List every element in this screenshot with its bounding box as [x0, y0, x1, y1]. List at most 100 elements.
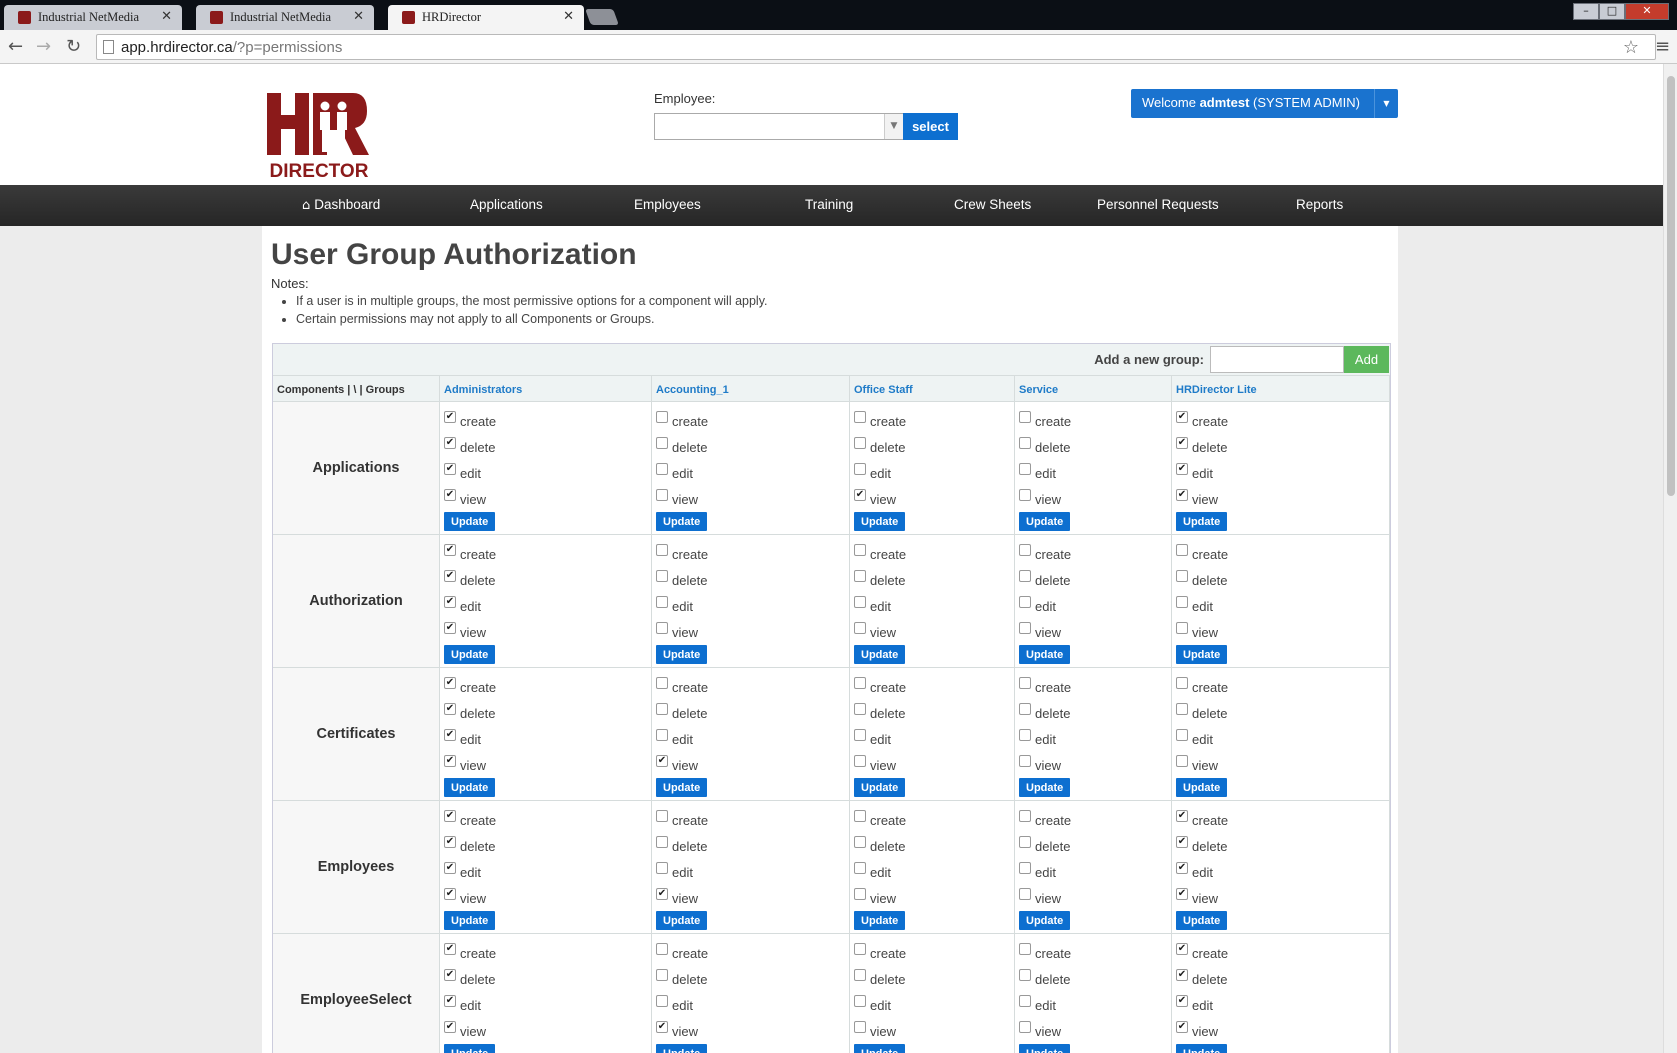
checkbox[interactable]: ✔: [444, 544, 456, 556]
forward-arrow-icon[interactable]: →: [36, 36, 51, 57]
checkbox[interactable]: ✔: [656, 755, 668, 767]
update-button[interactable]: Update: [854, 911, 906, 930]
reload-icon[interactable]: ↻: [66, 36, 81, 57]
group-header-administrators[interactable]: Administrators: [440, 376, 652, 401]
checkbox[interactable]: ✔: [444, 810, 456, 822]
nav-applications[interactable]: Applications: [470, 197, 543, 212]
checkbox[interactable]: [1019, 810, 1031, 822]
update-button[interactable]: Update: [1176, 778, 1228, 797]
checkbox[interactable]: [854, 969, 866, 981]
checkbox[interactable]: [854, 1021, 866, 1033]
checkbox[interactable]: [854, 943, 866, 955]
checkbox[interactable]: [656, 570, 668, 582]
browser-tab-1[interactable]: Industrial NetMedia ✕: [4, 5, 182, 30]
browser-tab-2[interactable]: Industrial NetMedia ✕: [196, 5, 374, 30]
checkbox[interactable]: [1019, 703, 1031, 715]
checkbox[interactable]: ✔: [444, 969, 456, 981]
nav-crew-sheets[interactable]: Crew Sheets: [954, 197, 1031, 212]
update-button[interactable]: Update: [854, 512, 906, 531]
checkbox[interactable]: [1176, 729, 1188, 741]
checkbox[interactable]: [1019, 888, 1031, 900]
close-window-icon[interactable]: ✕: [1625, 3, 1669, 20]
close-tab-icon[interactable]: ✕: [353, 9, 364, 24]
checkbox[interactable]: [854, 544, 866, 556]
update-button[interactable]: Update: [1019, 645, 1071, 664]
checkbox[interactable]: ✔: [1176, 810, 1188, 822]
new-tab-button[interactable]: [585, 9, 619, 25]
checkbox[interactable]: [1019, 755, 1031, 767]
checkbox[interactable]: ✔: [1176, 943, 1188, 955]
checkbox[interactable]: ✔: [1176, 437, 1188, 449]
update-button[interactable]: Update: [854, 645, 906, 664]
add-group-input[interactable]: [1210, 346, 1344, 373]
browser-tab-3[interactable]: HRDirector ✕: [388, 5, 584, 30]
group-header-hrdirector-lite[interactable]: HRDirector Lite: [1172, 376, 1390, 401]
update-button[interactable]: Update: [656, 911, 708, 930]
checkbox[interactable]: [1176, 596, 1188, 608]
employee-select[interactable]: ▼: [654, 113, 904, 140]
scrollbar-thumb[interactable]: [1667, 76, 1675, 496]
minimize-icon[interactable]: –: [1573, 3, 1599, 20]
checkbox[interactable]: [656, 463, 668, 475]
checkbox[interactable]: [854, 888, 866, 900]
checkbox[interactable]: [854, 836, 866, 848]
update-button[interactable]: Update: [1176, 645, 1228, 664]
checkbox[interactable]: [656, 729, 668, 741]
checkbox[interactable]: ✔: [444, 596, 456, 608]
checkbox[interactable]: [656, 836, 668, 848]
checkbox[interactable]: [656, 596, 668, 608]
checkbox[interactable]: [1176, 622, 1188, 634]
nav-dashboard[interactable]: ⌂ Dashboard: [302, 197, 380, 213]
checkbox[interactable]: [656, 411, 668, 423]
group-header-office-staff[interactable]: Office Staff: [850, 376, 1015, 401]
checkbox[interactable]: [656, 943, 668, 955]
checkbox[interactable]: ✔: [444, 755, 456, 767]
checkbox[interactable]: [1019, 411, 1031, 423]
checkbox[interactable]: [854, 411, 866, 423]
checkbox[interactable]: [656, 703, 668, 715]
checkbox[interactable]: [656, 862, 668, 874]
update-button[interactable]: Update: [1176, 1044, 1228, 1053]
checkbox[interactable]: ✔: [444, 729, 456, 741]
checkbox[interactable]: [656, 677, 668, 689]
checkbox[interactable]: [1019, 570, 1031, 582]
checkbox[interactable]: ✔: [444, 995, 456, 1007]
nav-training[interactable]: Training: [805, 197, 853, 212]
checkbox[interactable]: ✔: [1176, 489, 1188, 501]
checkbox[interactable]: [1019, 596, 1031, 608]
update-button[interactable]: Update: [1019, 911, 1071, 930]
update-button[interactable]: Update: [444, 512, 496, 531]
chevron-down-icon[interactable]: ▼: [884, 114, 903, 139]
checkbox[interactable]: [854, 703, 866, 715]
checkbox[interactable]: ✔: [656, 888, 668, 900]
checkbox[interactable]: [1176, 677, 1188, 689]
checkbox[interactable]: [1019, 622, 1031, 634]
checkbox[interactable]: [1019, 463, 1031, 475]
update-button[interactable]: Update: [854, 1044, 906, 1053]
checkbox[interactable]: ✔: [1176, 888, 1188, 900]
checkbox[interactable]: ✔: [1176, 836, 1188, 848]
checkbox[interactable]: [1019, 969, 1031, 981]
update-button[interactable]: Update: [656, 778, 708, 797]
checkbox[interactable]: [1019, 862, 1031, 874]
caret-down-icon[interactable]: ▼: [1374, 89, 1398, 118]
checkbox[interactable]: [656, 810, 668, 822]
checkbox[interactable]: [854, 622, 866, 634]
checkbox[interactable]: ✔: [444, 703, 456, 715]
update-button[interactable]: Update: [1176, 911, 1228, 930]
checkbox[interactable]: [854, 862, 866, 874]
update-button[interactable]: Update: [656, 645, 708, 664]
checkbox[interactable]: ✔: [444, 943, 456, 955]
checkbox[interactable]: [656, 489, 668, 501]
update-button[interactable]: Update: [444, 1044, 496, 1053]
back-arrow-icon[interactable]: ←: [8, 36, 23, 57]
nav-employees[interactable]: Employees: [634, 197, 701, 212]
checkbox[interactable]: ✔: [444, 888, 456, 900]
checkbox[interactable]: ✔: [444, 677, 456, 689]
close-tab-icon[interactable]: ✕: [563, 9, 574, 24]
user-menu-button[interactable]: Welcome admtest (SYSTEM ADMIN) ▼: [1131, 89, 1398, 118]
checkbox[interactable]: ✔: [444, 463, 456, 475]
checkbox[interactable]: ✔: [444, 570, 456, 582]
checkbox[interactable]: ✔: [854, 489, 866, 501]
checkbox[interactable]: ✔: [1176, 463, 1188, 475]
